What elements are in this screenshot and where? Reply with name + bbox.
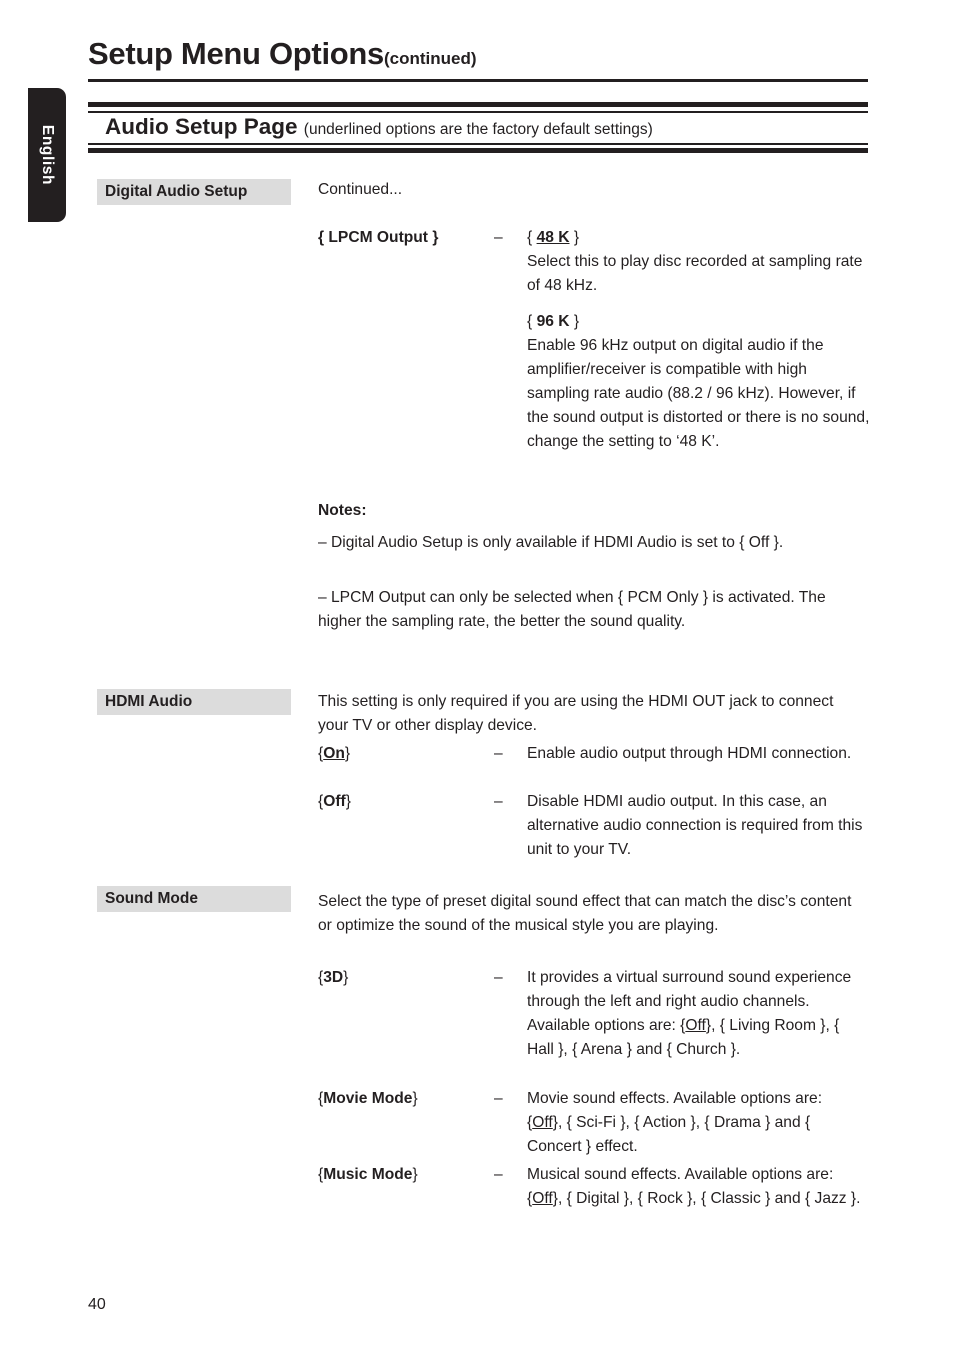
page-title: Setup Menu Options(continued) (88, 36, 477, 72)
brace-close-3d: } (343, 969, 349, 986)
rule-section-top-thick (88, 102, 868, 107)
default-option-movie-mode: Off (532, 1114, 553, 1131)
description-movie-mode-part2: }, { Sci-Fi }, { Action }, { Drama } and… (527, 1114, 811, 1155)
option-movie-mode: {Movie Mode} (318, 1087, 418, 1111)
description-hdmi-on: Enable audio output through HDMI connect… (527, 745, 852, 762)
option-hdmi-on-label: On (323, 745, 345, 762)
description-lpcm-48k: Select this to play disc recorded at sam… (527, 253, 863, 294)
dash-hdmi-off: – (494, 793, 503, 810)
notes-title: Notes: (318, 502, 367, 519)
dash-3d: – (494, 969, 503, 986)
brace-close-hdmi-off: } (345, 793, 351, 810)
default-option-music-mode: Off (532, 1190, 553, 1207)
section-heading-note: (underlined options are the factory defa… (303, 121, 653, 138)
option-hdmi-off-label: Off (323, 793, 346, 810)
description-3d: It provides a virtual surround sound exp… (527, 966, 859, 1062)
brace-open-96k: { (527, 313, 533, 330)
chip-hdmi-audio: HDMI Audio (97, 689, 291, 715)
description-music-mode: Musical sound effects. Available options… (527, 1163, 872, 1211)
option-music-mode-label: Music Mode (323, 1166, 413, 1183)
rule-title-underline (88, 79, 868, 82)
option-hdmi-off: {Off} (318, 790, 351, 814)
section-heading-text: Audio Setup Page (105, 114, 298, 139)
option-hdmi-on: {On} (318, 742, 350, 766)
note-item-1: – Digital Audio Setup is only available … (318, 534, 784, 551)
chip-sound-mode: Sound Mode (97, 886, 291, 912)
chip-digital-audio-setup: Digital Audio Setup (97, 179, 291, 205)
sound-mode-intro: Select the type of preset digital sound … (318, 893, 852, 934)
rule-section-top-thin (88, 111, 868, 113)
rule-section-bottom-thin (88, 143, 868, 145)
language-tab-label: English (39, 124, 56, 186)
section-heading: Audio Setup Page (underlined options are… (105, 114, 653, 140)
option-3d: {3D} (318, 966, 348, 990)
brace-open-48k: { (527, 229, 533, 246)
page-number: 40 (88, 1296, 106, 1313)
language-tab: English (28, 88, 66, 222)
value-48k: 48 K (536, 229, 570, 246)
digital-audio-setup-intro: Continued... (318, 181, 403, 198)
page-title-text: Setup Menu Options (88, 36, 384, 71)
dash-music-mode: – (494, 1166, 503, 1183)
brace-close-music-mode: } (412, 1166, 418, 1183)
brace-close-movie-mode: } (412, 1090, 418, 1107)
value-96k: 96 K (536, 313, 570, 330)
value-lpcm-96k: { 96 K } (527, 310, 875, 334)
default-option-3d: Off (685, 1017, 706, 1034)
description-music-mode-part2: }, { Digital }, { Rock }, { Classic } an… (552, 1190, 861, 1207)
value-lpcm-48k: { 48 K } (527, 226, 875, 250)
chip-digital-audio-setup-label: Digital Audio Setup (105, 183, 248, 200)
option-music-mode: {Music Mode} (318, 1163, 418, 1187)
description-movie-mode: Movie sound effects. Available options a… (527, 1087, 857, 1159)
brace-close-hdmi-on: } (344, 745, 351, 762)
chip-sound-mode-label: Sound Mode (105, 890, 198, 907)
page-title-suffix: (continued) (383, 49, 477, 68)
description-lpcm-96k: Enable 96 kHz output on digital audio if… (527, 337, 870, 450)
brace-close-48k: } (573, 229, 580, 246)
dash-hdmi-on: – (494, 745, 503, 762)
dash-lpcm-output: – (494, 229, 503, 246)
option-3d-label: 3D (323, 969, 344, 986)
brace-close-96k: } (573, 313, 580, 330)
hdmi-audio-intro: This setting is only required if you are… (318, 693, 834, 734)
option-movie-mode-label: Movie Mode (323, 1090, 413, 1107)
chip-hdmi-audio-label: HDMI Audio (105, 693, 193, 710)
rule-section-bottom-thick (88, 148, 868, 153)
option-lpcm-output: { LPCM Output } (318, 229, 439, 246)
note-item-2: – LPCM Output can only be selected when … (318, 589, 826, 630)
description-hdmi-off: Disable HDMI audio output. In this case,… (527, 793, 863, 858)
dash-movie-mode: – (494, 1090, 503, 1107)
